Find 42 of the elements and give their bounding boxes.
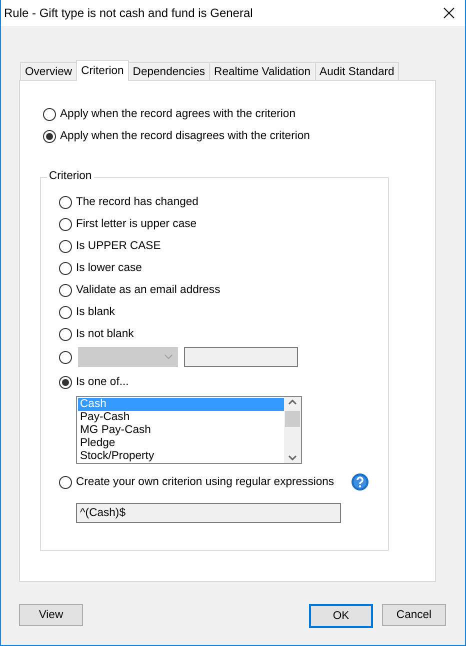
ok-button[interactable]: OK xyxy=(309,604,373,628)
radio-label: Is not blank xyxy=(76,328,134,340)
dialog-button[interactable]: Cancel xyxy=(382,604,446,626)
tab[interactable]: Dependencies xyxy=(128,62,210,80)
radio-label: Create your own criterion using regular expressions xyxy=(76,476,334,488)
scroll-down-icon[interactable] xyxy=(288,455,297,461)
list-item[interactable]: Stock/Property xyxy=(78,450,284,463)
list-item[interactable]: MG Pay-Cash xyxy=(78,424,284,437)
list-item[interactable]: Pay-Cash xyxy=(78,411,284,424)
radio-button[interactable] xyxy=(43,130,56,142)
close-icon[interactable] xyxy=(443,7,455,19)
scroll-thumb[interactable] xyxy=(285,411,300,427)
radio-label: Is blank xyxy=(76,306,115,318)
radio-label: Is one of... xyxy=(76,376,129,388)
tab[interactable]: Audit Standard xyxy=(314,62,400,80)
radio-button[interactable] xyxy=(59,196,72,208)
tab[interactable]: Criterion xyxy=(76,60,129,81)
radio-button[interactable] xyxy=(59,328,72,340)
scroll-up-icon[interactable] xyxy=(288,399,297,405)
radio-label: Apply when the record disagrees with the criterion xyxy=(60,130,310,142)
help-icon[interactable] xyxy=(351,473,369,491)
radio-button[interactable] xyxy=(59,376,72,388)
radio-button[interactable] xyxy=(59,262,72,274)
dialog-button[interactable]: View xyxy=(19,604,83,626)
radio-label: Apply when the record agrees with the criterion xyxy=(60,108,296,120)
radio-label: The record has changed xyxy=(76,196,198,208)
window-title: Rule - Gift type is not cash and fund is General xyxy=(4,6,253,20)
radio-button[interactable] xyxy=(59,218,72,230)
radio-button[interactable] xyxy=(59,240,72,252)
list-item[interactable]: Pledge xyxy=(78,437,284,450)
radio-button[interactable] xyxy=(59,284,72,296)
radio-label: Is lower case xyxy=(76,262,142,274)
radio-button[interactable] xyxy=(43,108,56,120)
radio-label: Is UPPER CASE xyxy=(76,240,161,252)
input-field[interactable] xyxy=(184,347,298,367)
radio-label: First letter is upper case xyxy=(76,218,197,230)
group-title: Criterion xyxy=(47,170,94,182)
list-box[interactable]: Cash Pay-Cash MG Pay-Cash Pledge Stock/Property xyxy=(76,396,302,464)
scrollbar[interactable] xyxy=(284,397,301,463)
tab[interactable]: Overview xyxy=(20,62,78,80)
radio-button[interactable] xyxy=(59,306,72,318)
radio-label: Validate as an email address xyxy=(76,284,220,296)
